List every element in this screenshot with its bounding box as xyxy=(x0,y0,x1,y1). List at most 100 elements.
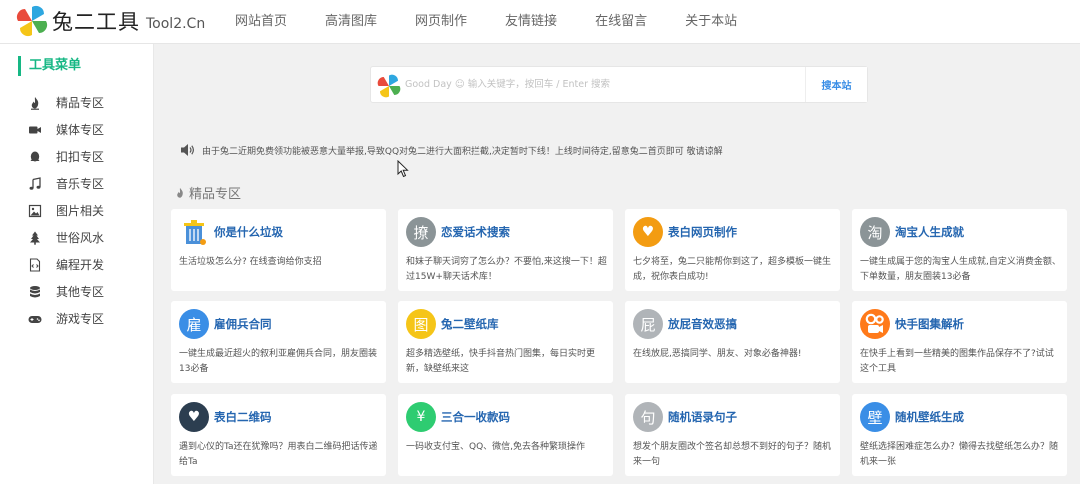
tool-card-title[interactable]: 淘宝人生成就 xyxy=(895,224,964,240)
tree-icon xyxy=(30,231,40,245)
sidebar: 工具菜单 精品专区 媒体专区 扣扣专区 音乐专区 图片相关 世俗风水 编程开发 xyxy=(0,44,154,484)
sidebar-item-images[interactable]: 图片相关 xyxy=(0,197,154,224)
char-icon: 句 xyxy=(633,402,663,432)
tool-card[interactable]: 淘淘宝人生成就一键生成属于您的淘宝人生成就,自定义消费金额、下单数量，朋友圈装1… xyxy=(852,209,1067,291)
char-icon: 淘 xyxy=(860,217,890,247)
tool-card[interactable]: 屁放屁音效恶搞在线放屁,恶搞同学、朋友、对象必备神器! xyxy=(625,301,840,383)
notice-bar: 由于兔二近期免费领功能被恶意大量举报,导致QQ对兔二进行大面积拦截,决定暂时下线… xyxy=(180,142,723,158)
tool-card-title[interactable]: 兔二壁纸库 xyxy=(441,316,499,332)
main-nav: 网站首页 高清图库 网页制作 友情链接 在线留言 关于本站 xyxy=(216,0,756,44)
nav-about[interactable]: 关于本站 xyxy=(666,0,756,44)
char-icon: 壁 xyxy=(860,402,890,432)
sidebar-item-label: 媒体专区 xyxy=(56,123,105,137)
gamepad-icon xyxy=(28,315,42,323)
sidebar-item-label: 游戏专区 xyxy=(56,312,105,326)
sidebar-item-label: 其他专区 xyxy=(56,285,105,299)
sidebar-item-label: 图片相关 xyxy=(56,204,105,218)
tool-card-desc: 一键生成最近超火的叙利亚雇佣兵合同，朋友圈装13必备 xyxy=(179,349,378,374)
search-button[interactable]: 搜本站 xyxy=(805,67,867,102)
tool-card[interactable]: 撩恋爱话术搜索和妹子聊天词穷了怎么办？不要怕,来这搜一下！超过15W+聊天话术库… xyxy=(398,209,613,291)
sidebar-item-music[interactable]: 音乐专区 xyxy=(0,170,154,197)
section-header: 精品专区 xyxy=(174,183,241,202)
logo-subtitle: Tool2.Cn xyxy=(146,16,206,32)
sidebar-item-featured[interactable]: 精品专区 xyxy=(0,89,154,116)
sidebar-item-label: 扣扣专区 xyxy=(56,150,105,164)
tool-card[interactable]: 图兔二壁纸库超多精选壁纸，快手抖音热门图集，每日实时更新，缺壁纸来这 xyxy=(398,301,613,383)
search-bar: 搜本站 xyxy=(370,66,868,103)
video-icon xyxy=(29,126,41,133)
nav-home[interactable]: 网站首页 xyxy=(216,0,306,44)
nav-links[interactable]: 友情链接 xyxy=(486,0,576,44)
tool-card[interactable]: 雇雇佣兵合同一键生成最近超火的叙利亚雇佣兵合同，朋友圈装13必备 xyxy=(171,301,386,383)
tool-card-desc: 壁纸选择困难症怎么办？懒得去找壁纸怎么办？随机来一张 xyxy=(860,442,1059,467)
tool-card[interactable]: 壁随机壁纸生成壁纸选择困难症怎么办？懒得去找壁纸怎么办？随机来一张 xyxy=(852,394,1067,476)
flame-icon xyxy=(177,187,183,198)
tool-card-title[interactable]: 表白二维码 xyxy=(214,409,272,425)
tool-card[interactable]: ¥ 三合一收款码一码收支付宝、QQ、微信,免去各种繁琐操作 xyxy=(398,394,613,476)
tool-card-desc: 在线放屁,恶搞同学、朋友、对象必备神器! xyxy=(633,349,802,359)
tool-card-desc: 想发个朋友圈改个签名却总想不到好的句子？随机来一句 xyxy=(633,442,832,467)
tool-card[interactable]: ♥ 表白网页制作七夕将至，兔二只能帮你到这了，超多模板一键生成，祝你表白成功! xyxy=(625,209,840,291)
tool-card-desc: 七夕将至，兔二只能帮你到这了，超多模板一键生成，祝你表白成功! xyxy=(633,257,832,282)
sidebar-item-other[interactable]: 其他专区 xyxy=(0,278,154,305)
tool-card-title[interactable]: 恋爱话术搜索 xyxy=(441,224,510,240)
kuaishou-icon xyxy=(860,309,890,339)
sidebar-item-label: 精品专区 xyxy=(56,96,105,110)
sidebar-item-label: 音乐专区 xyxy=(56,177,105,191)
yen-icon: ¥ xyxy=(406,402,436,432)
tool-card-title[interactable]: 快手图集解析 xyxy=(895,316,964,332)
sidebar-item-fengshui[interactable]: 世俗风水 xyxy=(0,224,154,251)
char-icon: 撩 xyxy=(406,217,436,247)
sidebar-item-label: 世俗风水 xyxy=(56,231,105,245)
tool-card[interactable]: 你是什么垃圾生活垃圾怎么分? 在线查询给你支招 xyxy=(171,209,386,291)
tool-card-title[interactable]: 表白网页制作 xyxy=(668,224,737,240)
site-logo[interactable]: 兔二工具 Tool2.Cn xyxy=(16,5,205,37)
tool-card-title[interactable]: 随机语录句子 xyxy=(668,409,737,425)
tool-card-desc: 一码收支付宝、QQ、微信,免去各种繁琐操作 xyxy=(406,442,586,452)
code-icon xyxy=(29,257,41,272)
sidebar-item-label: 编程开发 xyxy=(56,258,105,272)
nav-web-make[interactable]: 网页制作 xyxy=(396,0,486,44)
sidebar-item-qq[interactable]: 扣扣专区 xyxy=(0,143,154,170)
sidebar-title: 工具菜单 xyxy=(18,56,81,76)
tool-card-title[interactable]: 放屁音效恶搞 xyxy=(668,316,737,332)
tool-card-title[interactable]: 三合一收款码 xyxy=(441,409,510,425)
nav-gallery[interactable]: 高清图库 xyxy=(306,0,396,44)
speaker-icon xyxy=(181,144,194,156)
sidebar-item-coding[interactable]: 编程开发 xyxy=(0,251,154,278)
char-icon: 雇 xyxy=(179,309,209,339)
heart-icon: ♥ xyxy=(179,402,209,432)
char-icon: 屁 xyxy=(633,309,663,339)
top-header: 兔二工具 Tool2.Cn 网站首页 高清图库 网页制作 友情链接 在线留言 关… xyxy=(0,0,1080,44)
tool-card[interactable]: 快手图集解析在快手上看到一些精美的图集作品保存不了?试试这个工具 xyxy=(852,301,1067,383)
heart-icon: ♥ xyxy=(633,217,663,247)
notice-text: 由于兔二近期免费领功能被恶意大量举报,导致QQ对兔二进行大面积拦截,决定暂时下线… xyxy=(202,146,723,157)
pinwheel-logo-icon xyxy=(16,5,48,37)
char-icon: 图 xyxy=(406,309,436,339)
section-title: 精品专区 xyxy=(189,187,242,202)
tool-card[interactable]: 句随机语录句子想发个朋友圈改个签名却总想不到好的句子？随机来一句 xyxy=(625,394,840,476)
sidebar-menu: 精品专区 媒体专区 扣扣专区 音乐专区 图片相关 世俗风水 编程开发 其他专区 xyxy=(0,89,154,332)
sidebar-item-games[interactable]: 游戏专区 xyxy=(0,305,154,332)
nav-guestbook[interactable]: 在线留言 xyxy=(576,0,666,44)
tool-card-title[interactable]: 随机壁纸生成 xyxy=(895,409,964,425)
tool-card-desc: 和妹子聊天词穷了怎么办？不要怕,来这搜一下！超过15W+聊天话术库！ xyxy=(406,257,607,282)
music-icon xyxy=(29,176,41,190)
tool-card-desc: 生活垃圾怎么分? 在线查询给你支招 xyxy=(179,257,322,267)
tool-card-desc: 在快手上看到一些精美的图集作品保存不了?试试这个工具 xyxy=(860,349,1054,374)
database-icon xyxy=(30,285,40,297)
search-input[interactable] xyxy=(405,67,805,102)
tool-card-desc: 超多精选壁纸，快手抖音热门图集，每日实时更新，缺壁纸来这 xyxy=(406,349,596,374)
pinwheel-logo-icon xyxy=(377,74,401,98)
qq-icon xyxy=(30,151,40,161)
tool-card-desc: 一键生成属于您的淘宝人生成就,自定义消费金额、下单数量，朋友圈装13必备 xyxy=(860,257,1061,282)
logo-title: 兔二工具 xyxy=(52,10,140,34)
tool-card[interactable]: ♥ 表白二维码遇到心仪的Ta还在犹豫吗？用表白二维码把话传递给Ta xyxy=(171,394,386,476)
image-icon xyxy=(28,204,42,217)
mouse-cursor-icon xyxy=(397,160,409,178)
tool-card-title[interactable]: 你是什么垃圾 xyxy=(214,224,283,240)
sidebar-item-media[interactable]: 媒体专区 xyxy=(0,116,154,143)
tool-card-desc: 遇到心仪的Ta还在犹豫吗？用表白二维码把话传递给Ta xyxy=(179,442,378,467)
tool-card-title[interactable]: 雇佣兵合同 xyxy=(214,316,272,332)
trash-bin-icon xyxy=(179,217,209,247)
